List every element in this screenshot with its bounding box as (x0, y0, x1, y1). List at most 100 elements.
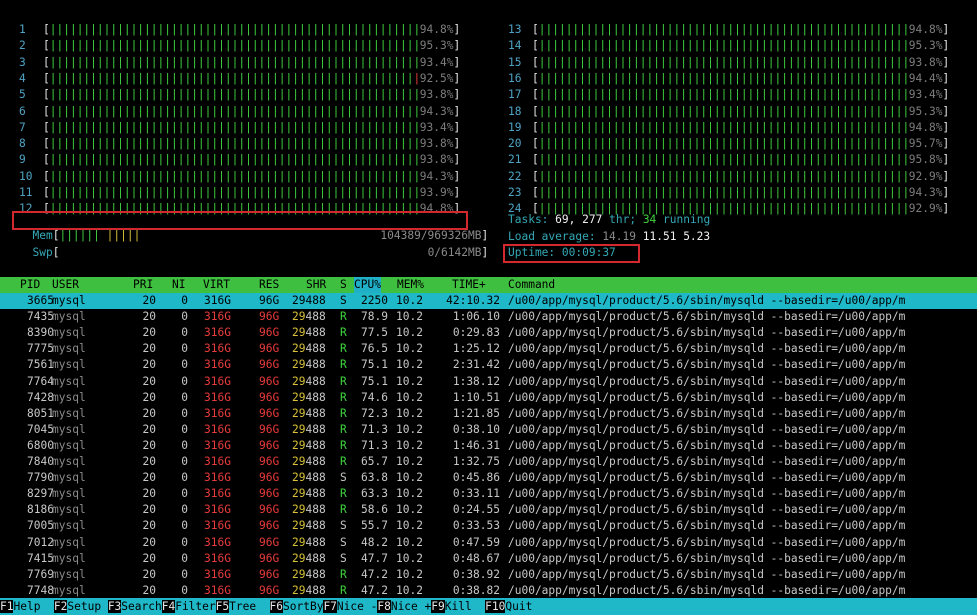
process-row[interactable]: 8186 mysql 20 0 316G 96G 29488 R 58.6 10.2 0:24.55… (0, 502, 977, 518)
cpu-percent: 93.8% (419, 88, 454, 102)
fkey-f3[interactable]: F3Search (107, 600, 162, 613)
process-row[interactable]: 7840 mysql 20 0 316G 96G 29488 R 65.7 10.2 1:32.75… (0, 454, 977, 470)
process-row[interactable]: 7012 mysql 20 0 316G 96G 29488 S 48.2 10.2 0:47.59… (0, 535, 977, 551)
cpu-percent: 93.4% (419, 55, 454, 69)
process-row[interactable]: 7769 mysql 20 0 316G 96G 29488 R 47.2 10.2 0:38.92… (0, 567, 977, 583)
process-row[interactable]: 7775 mysql 20 0 316G 96G 29488 R 76.5 10.2 1:25.12… (0, 341, 977, 357)
process-row[interactable]: 7790 mysql 20 0 316G 96G 29488 S 63.8 10.2 0:45.86… (0, 470, 977, 486)
load-average: Load average: 14.19 11.51 5.23 (508, 229, 710, 245)
swap-meter: Swp[0/6142MB] (32, 246, 489, 259)
cell-user: mysql (52, 374, 86, 388)
cell-res: 96G (259, 374, 280, 388)
cpu-number: 10 (19, 169, 33, 183)
cell-shr: 29488 (292, 342, 326, 356)
process-row[interactable]: 8051 mysql 20 0 316G 96G 29488 R 72.3 10.2 1:21.85… (0, 406, 977, 422)
cpu-percent: 95.3% (908, 104, 943, 118)
cell-ni: 0 (181, 326, 188, 340)
col-virt[interactable]: VIRT (203, 277, 230, 293)
process-row[interactable]: 7561 mysql 20 0 316G 96G 29488 R 75.1 10.2 2:31.42… (0, 357, 977, 373)
col-command[interactable]: Command (508, 277, 555, 293)
col-cpu-sorted[interactable]: CPU% (354, 277, 381, 293)
cell-ni: 0 (181, 535, 188, 549)
cell-user: mysql (52, 503, 86, 517)
cell-ni: 0 (181, 503, 188, 517)
cell-command: /u00/app/mysql/product/5.6/sbin/mysqld -… (508, 583, 906, 597)
col-ni[interactable]: NI (172, 277, 185, 293)
fkey-f2[interactable]: F2Setup (53, 600, 108, 613)
col-user[interactable]: USER (52, 277, 79, 293)
fkey-f7[interactable]: F7Nice - (323, 600, 377, 613)
cell-res: 96G (259, 519, 280, 533)
memory-highlight-box (12, 211, 468, 230)
process-table-header[interactable]: PID USER PRI NI VIRT RES SHR S CPU% MEM%… (0, 277, 977, 293)
cell-shr: 29488 (292, 551, 326, 565)
fkey-f8[interactable]: F8Nice + (377, 600, 431, 613)
process-row[interactable]: 8390 mysql 20 0 316G 96G 29488 R 77.5 10.2 0:29.83… (0, 325, 977, 341)
cell-time: 0:38.92 (452, 567, 500, 581)
process-row-selected[interactable]: 3665 mysql 20 0 316G 96G 29488 S 2250 10.2 42:10.3… (0, 293, 977, 309)
process-row[interactable]: 7045 mysql 20 0 316G 96G 29488 R 71.3 10.2 0:38.10… (0, 422, 977, 438)
cpu-percent: 95.3% (419, 39, 454, 53)
cell-user: mysql (52, 455, 86, 468)
cpu-number: 19 (508, 120, 522, 134)
fkey-f10[interactable]: F10Quit (485, 600, 532, 613)
col-res[interactable]: RES (259, 277, 279, 293)
col-state[interactable]: S (340, 277, 347, 293)
cell-shr: 29488 (292, 567, 326, 581)
cell-command: /u00/app/mysql/product/5.6/sbin/mysqld -… (508, 342, 906, 356)
cell-user: mysql (52, 422, 86, 436)
fkey-f4[interactable]: F4Filter (161, 600, 216, 613)
process-row[interactable]: 6800 mysql 20 0 316G 96G 29488 R 71.3 10.2 1:46.31… (0, 438, 977, 454)
fkey-f5[interactable]: F5Tree (215, 600, 270, 613)
fkey-f9[interactable]: F9Kill (431, 600, 485, 613)
fkey-label: SortBy (283, 600, 324, 613)
cpu-number: 3 (19, 55, 26, 69)
cell-res: 96G (259, 535, 280, 549)
cell-time: 0:48.67 (452, 551, 500, 565)
cell-virt: 316G (204, 294, 231, 307)
fkey-f6[interactable]: F6SortBy (269, 600, 324, 613)
cell-s: R (340, 342, 347, 356)
col-pid[interactable]: PID (20, 277, 40, 293)
process-row[interactable]: 7005 mysql 20 0 316G 96G 29488 S 55.7 10.2 0:33.53… (0, 518, 977, 534)
cell-mem: 10.2 (396, 583, 423, 597)
fkey-f1[interactable]: F1Help (0, 600, 54, 613)
cell-cpu: 2250 (361, 294, 388, 307)
cpu-usage-bar: ||||||||||||||||||||||||||||||||||||||||… (538, 88, 909, 102)
process-row[interactable]: 7435 mysql 20 0 316G 96G 29488 R 78.9 10.2 1:06.10… (0, 309, 977, 325)
cpu-number: 15 (508, 55, 522, 69)
cell-res: 96G (259, 326, 280, 340)
cell-mem: 10.2 (396, 310, 423, 324)
cell-res: 96G (259, 294, 280, 307)
col-pri[interactable]: PRI (133, 277, 153, 293)
cell-virt: 316G (204, 406, 231, 420)
cell-user: mysql (52, 326, 86, 340)
process-row[interactable]: 7764 mysql 20 0 316G 96G 29488 R 75.1 10.2 1:38.12… (0, 374, 977, 390)
cell-ni: 0 (181, 551, 188, 565)
col-time[interactable]: TIME+ (452, 277, 486, 293)
cell-user: mysql (52, 519, 86, 533)
fkey-label: Quit (505, 600, 533, 613)
col-shr[interactable]: SHR (306, 277, 326, 293)
cell-pid: 7012 (27, 535, 54, 549)
cpu-number: 13 (508, 23, 522, 36)
tasks-summary: Tasks: 69, 277 thr; 34 running (508, 212, 710, 228)
cell-time: 0:45.86 (452, 471, 500, 485)
cell-pid: 7840 (27, 455, 54, 468)
cpu-meter-18: 18 [|||||||||||||||||||||||||||||||||||||… (508, 104, 950, 118)
cell-ni: 0 (181, 310, 188, 324)
process-row[interactable]: 8297 mysql 20 0 316G 96G 29488 R 63.3 10.2 0:33.11… (0, 486, 977, 502)
cpu-percent: 94.3% (419, 169, 454, 183)
col-mem[interactable]: MEM% (397, 277, 424, 293)
process-row[interactable]: 7428 mysql 20 0 316G 96G 29488 R 74.6 10.2 1:10.51… (0, 390, 977, 406)
cell-cpu: 71.3 (361, 422, 388, 436)
cell-ni: 0 (181, 390, 188, 404)
cpu-number: 23 (508, 186, 522, 199)
cell-ni: 0 (181, 583, 188, 597)
cpu-meter-5: 5 [||||||||||||||||||||||||||||||||||||||… (19, 88, 461, 102)
cell-time: 2:31.42 (452, 358, 500, 372)
fkey-label: Help (13, 600, 54, 613)
process-row[interactable]: 7415 mysql 20 0 316G 96G 29488 S 47.7 10.2 0:48.67… (0, 551, 977, 567)
process-row[interactable]: 7748 mysql 20 0 316G 96G 29488 R 47.2 10.2 0:38.82… (0, 583, 977, 599)
cell-cpu: 75.1 (361, 374, 388, 388)
